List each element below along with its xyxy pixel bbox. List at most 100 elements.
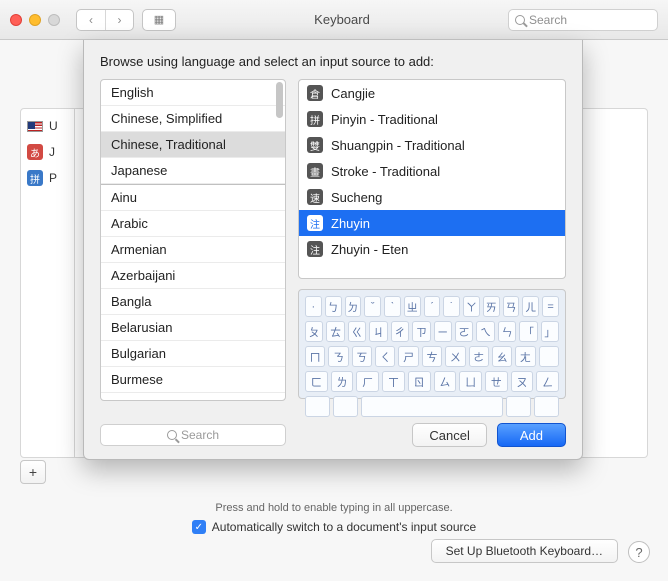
key: ㄜ bbox=[469, 346, 489, 367]
language-item[interactable]: Bulgarian bbox=[101, 341, 285, 367]
key: ˋ bbox=[384, 296, 401, 317]
key: ㄨ bbox=[445, 346, 465, 367]
input-method-item[interactable]: 注 Zhuyin - Eten bbox=[299, 236, 565, 262]
input-method-item[interactable]: 注Zhuyin bbox=[299, 210, 565, 236]
key: ㄚ bbox=[463, 296, 480, 317]
key: ㄅ bbox=[325, 296, 342, 317]
input-method-item[interactable]: 畫 Stroke - Traditional bbox=[299, 158, 565, 184]
back-button[interactable]: ‹ bbox=[77, 10, 105, 30]
input-method-label: Shuangpin - Traditional bbox=[331, 138, 465, 153]
language-item[interactable]: Bangla bbox=[101, 289, 285, 315]
key: ㄔ bbox=[391, 321, 409, 342]
key: ㄇ bbox=[305, 346, 325, 367]
cjk-icon: 拼 bbox=[27, 170, 43, 186]
cjk-icon: 拼 bbox=[307, 111, 323, 127]
cjk-icon: 注 bbox=[307, 215, 323, 231]
key: ㄐ bbox=[369, 321, 387, 342]
language-item[interactable]: Arabic bbox=[101, 211, 285, 237]
input-method-label: Zhuyin - Eten bbox=[331, 242, 408, 257]
key: ㄌ bbox=[331, 371, 354, 392]
cjk-icon: 速 bbox=[307, 189, 323, 205]
key: 「 bbox=[519, 321, 537, 342]
search-placeholder: Search bbox=[529, 13, 567, 27]
key: ㄤ bbox=[515, 346, 535, 367]
input-method-label: Cangjie bbox=[331, 86, 375, 101]
key: ㄗ bbox=[412, 321, 430, 342]
checkbox-checked-icon[interactable]: ✓ bbox=[192, 520, 206, 534]
cjk-icon: 注 bbox=[307, 241, 323, 257]
key: ㄙ bbox=[434, 371, 457, 392]
key: · bbox=[305, 296, 322, 317]
input-method-item[interactable]: 倉 Cangjie bbox=[299, 80, 565, 106]
show-all-button[interactable]: ▦ bbox=[142, 9, 176, 31]
language-item[interactable]: Chinese, Traditional bbox=[101, 132, 285, 158]
list-item[interactable]: 拼P bbox=[21, 165, 74, 191]
language-item[interactable]: Ainu bbox=[101, 185, 285, 211]
key: ㄟ bbox=[476, 321, 494, 342]
titlebar: ‹ › ▦ Keyboard Search bbox=[0, 0, 668, 40]
scrollbar[interactable] bbox=[276, 82, 283, 118]
key: ㄍ bbox=[348, 321, 366, 342]
language-item[interactable]: Burmese bbox=[101, 367, 285, 393]
add-source-button[interactable]: + bbox=[20, 460, 46, 484]
key: ㄋ bbox=[328, 346, 348, 367]
language-list[interactable]: EnglishChinese, SimplifiedChinese, Tradi… bbox=[100, 79, 286, 401]
language-item[interactable]: Chinese, Simplified bbox=[101, 106, 285, 132]
input-method-list[interactable]: 倉 Cangjie 拼 Pinyin - Traditional 雙 Shuangpin … bbox=[298, 79, 566, 279]
bluetooth-keyboard-button[interactable]: Set Up Bluetooth Keyboard… bbox=[431, 539, 618, 563]
input-method-item[interactable]: 速 Sucheng bbox=[299, 184, 565, 210]
key: ㄓ bbox=[404, 296, 421, 317]
close-icon[interactable] bbox=[10, 14, 22, 26]
key: ㄣ bbox=[498, 321, 516, 342]
key: ㄧ bbox=[434, 321, 452, 342]
key: ㄥ bbox=[536, 371, 559, 392]
key: ㄛ bbox=[455, 321, 473, 342]
key: ㄢ bbox=[503, 296, 520, 317]
key: ㄎ bbox=[352, 346, 372, 367]
input-method-label: Pinyin - Traditional bbox=[331, 112, 438, 127]
key: ˙ bbox=[443, 296, 460, 317]
language-search-input[interactable]: Search bbox=[100, 424, 286, 446]
input-method-item[interactable]: 雙 Shuangpin - Traditional bbox=[299, 132, 565, 158]
add-button[interactable]: Add bbox=[497, 423, 566, 447]
minimize-icon[interactable] bbox=[29, 14, 41, 26]
input-method-label: Sucheng bbox=[331, 190, 382, 205]
forward-button[interactable]: › bbox=[105, 10, 133, 30]
key: ㄝ bbox=[485, 371, 508, 392]
cjk-icon: 畫 bbox=[307, 163, 323, 179]
search-icon bbox=[515, 15, 525, 25]
key: 」 bbox=[541, 321, 559, 342]
key: ㄊ bbox=[326, 321, 344, 342]
input-method-label: Stroke - Traditional bbox=[331, 164, 440, 179]
key bbox=[539, 346, 559, 367]
key: ㄞ bbox=[483, 296, 500, 317]
key: ㄖ bbox=[408, 371, 431, 392]
key: ㄡ bbox=[511, 371, 534, 392]
search-icon bbox=[167, 430, 177, 440]
input-method-item[interactable]: 拼 Pinyin - Traditional bbox=[299, 106, 565, 132]
key: ㄕ bbox=[398, 346, 418, 367]
nav-back-forward[interactable]: ‹ › bbox=[76, 9, 134, 31]
window-title: Keyboard bbox=[184, 12, 500, 27]
language-item[interactable]: Armenian bbox=[101, 237, 285, 263]
language-item[interactable]: Belarusian bbox=[101, 315, 285, 341]
list-item[interactable]: あJ bbox=[21, 139, 74, 165]
key bbox=[333, 396, 358, 417]
list-item[interactable]: U bbox=[21, 113, 74, 139]
key bbox=[361, 396, 502, 417]
cancel-button[interactable]: Cancel bbox=[412, 423, 486, 447]
window-controls bbox=[10, 14, 60, 26]
cjk-icon: 倉 bbox=[307, 85, 323, 101]
search-input[interactable]: Search bbox=[508, 9, 658, 31]
language-item[interactable]: Central Kurdish bbox=[101, 393, 285, 400]
language-item[interactable]: Azerbaijani bbox=[101, 263, 285, 289]
language-item[interactable]: Japanese bbox=[101, 158, 285, 184]
help-button[interactable]: ? bbox=[628, 541, 650, 563]
hint-text: Press and hold to enable typing in all u… bbox=[0, 502, 668, 514]
cjk-icon: 雙 bbox=[307, 137, 323, 153]
key: = bbox=[542, 296, 559, 317]
auto-switch-row[interactable]: ✓ Automatically switch to a document's i… bbox=[0, 520, 668, 534]
key: ㄉ bbox=[345, 296, 362, 317]
key: ㄩ bbox=[459, 371, 482, 392]
language-item[interactable]: English bbox=[101, 80, 285, 106]
